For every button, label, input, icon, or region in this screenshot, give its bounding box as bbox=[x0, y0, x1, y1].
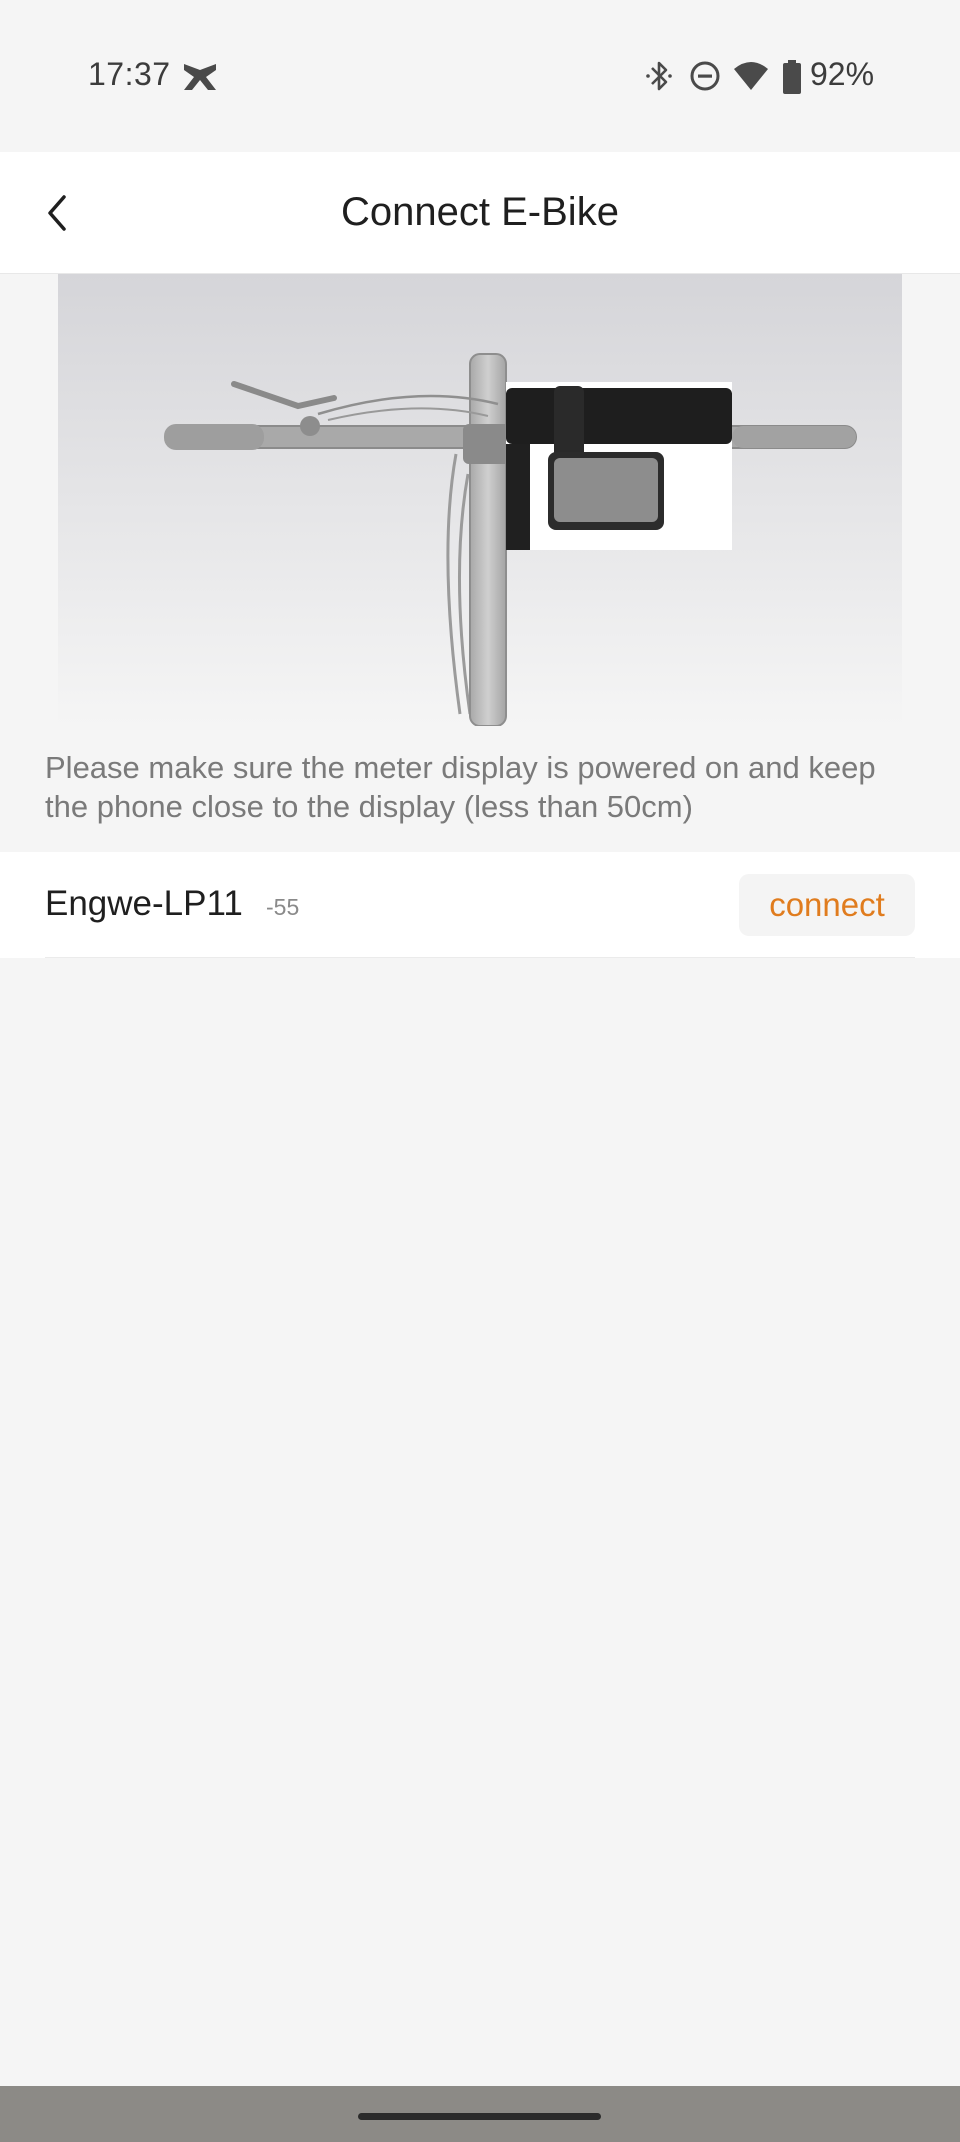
notification-icon bbox=[184, 64, 216, 90]
page-title: Connect E-Bike bbox=[341, 190, 619, 234]
device-list-item: Engwe-LP11 -55 connect bbox=[0, 852, 960, 958]
divider bbox=[45, 957, 915, 958]
bluetooth-icon bbox=[646, 61, 672, 91]
device-signal-strength: -55 bbox=[266, 894, 300, 920]
ebike-illustration bbox=[58, 274, 902, 726]
wifi-icon bbox=[734, 62, 768, 90]
app-bar: Connect E-Bike bbox=[0, 152, 960, 274]
battery-icon bbox=[783, 60, 801, 94]
system-navigation-bar bbox=[0, 2086, 960, 2142]
status-time: 17:37 bbox=[88, 56, 171, 92]
handlebar-image bbox=[58, 274, 902, 726]
do-not-disturb-icon bbox=[690, 61, 720, 91]
device-name: Engwe-LP11 bbox=[45, 884, 243, 923]
status-bar: 17:37 92% bbox=[0, 0, 960, 152]
home-indicator[interactable] bbox=[358, 2113, 601, 2120]
battery-percent: 92% bbox=[810, 56, 875, 92]
instruction-text: Please make sure the meter display is po… bbox=[45, 750, 876, 824]
connect-button[interactable]: connect bbox=[739, 874, 915, 936]
